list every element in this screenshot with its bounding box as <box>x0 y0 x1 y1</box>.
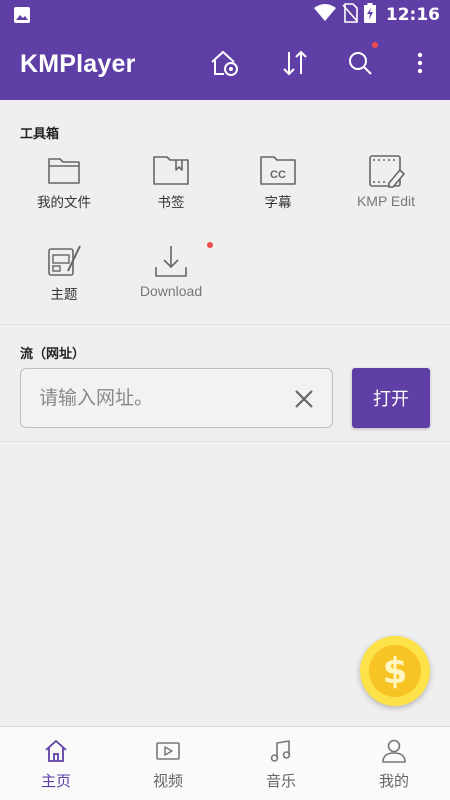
tool-label: Download <box>139 283 203 299</box>
tool-bookmarks[interactable]: 书签 <box>116 153 226 223</box>
app-title: KMPlayer <box>20 50 136 78</box>
tool-subtitles[interactable]: CC 字幕 <box>223 153 333 223</box>
nav-video[interactable]: 视频 <box>112 727 224 800</box>
tool-label: 主题 <box>50 287 78 303</box>
url-field[interactable] <box>20 368 333 428</box>
folder-icon <box>9 153 119 187</box>
stream-title: 流（网址） <box>20 347 86 362</box>
tool-download[interactable]: Download <box>116 242 226 313</box>
coin-reward-button[interactable]: $ <box>360 636 430 706</box>
sort-button[interactable] <box>278 48 312 82</box>
stream-section: 流（网址） 打开 <box>0 325 450 442</box>
nav-label: 主页 <box>40 772 71 790</box>
search-button[interactable] <box>343 42 378 82</box>
tool-label: KMP Edit <box>356 193 416 209</box>
nav-label: 视频 <box>152 772 183 790</box>
more-vert-icon <box>417 52 423 78</box>
coin-icon: $ <box>369 645 421 697</box>
battery-charging-icon <box>363 3 376 27</box>
nav-mine[interactable]: 我的 <box>338 727 450 800</box>
url-input[interactable] <box>39 369 289 427</box>
tool-kmp-edit[interactable]: KMP Edit <box>331 153 441 223</box>
tool-label: 书签 <box>157 195 185 211</box>
toolbox-title: 工具箱 <box>20 127 60 142</box>
status-bar: 12:16 <box>0 0 450 30</box>
image-icon <box>14 7 30 27</box>
bookmark-folder-icon <box>116 153 226 187</box>
video-icon <box>112 738 224 764</box>
close-icon <box>292 390 316 415</box>
open-url-button[interactable]: 打开 <box>352 368 430 428</box>
sort-icon <box>281 48 309 82</box>
nav-home[interactable]: 主页 <box>0 727 112 800</box>
download-icon <box>116 243 226 279</box>
status-time: 12:16 <box>385 5 440 25</box>
more-button[interactable] <box>403 48 437 82</box>
subtitle-cc-icon: CC <box>223 153 333 187</box>
wifi-icon <box>313 4 336 26</box>
music-icon <box>225 738 337 764</box>
nav-label: 音乐 <box>265 772 296 790</box>
nav-label: 我的 <box>378 772 409 790</box>
home-icon <box>0 738 112 764</box>
nav-music[interactable]: 音乐 <box>225 727 337 800</box>
bottom-nav: 主页 视频 音乐 我的 <box>0 726 450 800</box>
download-badge <box>207 242 213 248</box>
search-icon <box>347 50 373 80</box>
home-settings-icon <box>209 48 241 82</box>
no-sim-icon <box>342 3 358 27</box>
toolbox-section: 工具箱 我的文件 书签 CC 字幕 KMP Edit 主题 Download <box>0 100 450 325</box>
tool-label: 我的文件 <box>37 195 91 211</box>
svg-text:CC: CC <box>270 169 286 181</box>
theme-paint-icon <box>9 243 119 279</box>
tool-theme[interactable]: 主题 <box>9 243 119 313</box>
person-icon <box>338 738 450 764</box>
app-bar: KMPlayer <box>0 30 450 100</box>
tool-my-files[interactable]: 我的文件 <box>9 153 119 223</box>
clear-url-button[interactable] <box>292 387 316 411</box>
tool-label: 字幕 <box>264 195 292 211</box>
home-settings-button[interactable] <box>208 48 242 82</box>
search-badge <box>372 42 378 48</box>
film-edit-icon <box>331 153 441 189</box>
